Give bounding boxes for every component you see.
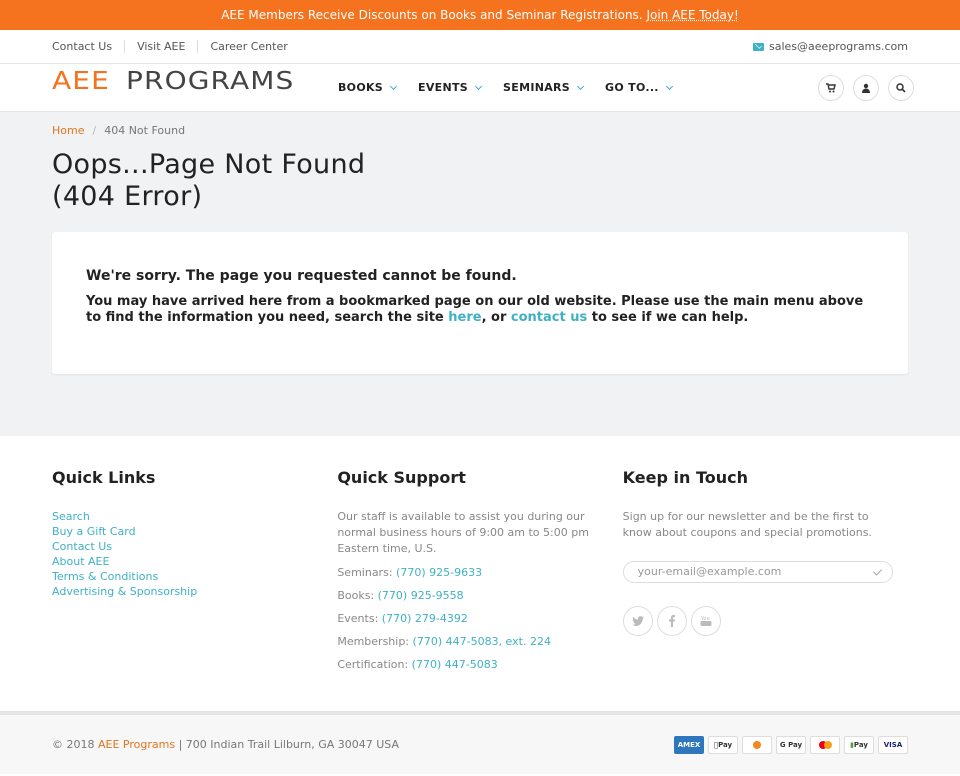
support-label: Seminars: <box>337 566 397 579</box>
chevron-down-icon <box>390 82 398 90</box>
submit-check-icon[interactable] <box>872 566 882 576</box>
support-intro: Our staff is available to assist you dur… <box>337 510 589 555</box>
footer-link-about[interactable]: About AEE <box>52 554 337 569</box>
user-icon <box>862 83 870 93</box>
promo-bar: AEE Members Receive Discounts on Books a… <box>0 0 960 30</box>
brand-link[interactable]: AEE Programs <box>98 738 175 751</box>
support-label: Certification: <box>337 658 412 671</box>
nav-seminars[interactable]: SEMINARS <box>503 81 585 94</box>
email-link[interactable]: sales@aeeprograms.com <box>753 40 908 53</box>
logo-programs: PROGRAMS <box>125 66 295 95</box>
support-label: Events: <box>337 612 382 625</box>
phone-link[interactable]: (770) 925-9633 <box>396 566 482 579</box>
envelope-icon <box>753 42 765 51</box>
payment-icons: AMEX Pay G Pay ▮Pay VISA <box>670 735 908 754</box>
chevron-down-icon <box>665 82 673 90</box>
footer: Quick Links Search Buy a Gift Card Conta… <box>0 436 960 712</box>
discover-icon <box>742 735 772 754</box>
join-aee-link[interactable]: Join AEE Today! <box>646 8 738 22</box>
cart-icon <box>826 82 836 92</box>
search-button[interactable] <box>888 74 914 101</box>
nav-go-to[interactable]: GO TO... <box>605 81 673 94</box>
main-content: Home / 404 Not Found Oops...Page Not Fou… <box>0 112 960 436</box>
breadcrumb-current: 404 Not Found <box>104 124 186 137</box>
phone-link[interactable]: (770) 447-5083 <box>412 658 498 671</box>
phone-link[interactable]: (770) 925-9558 <box>378 589 464 602</box>
apple-pay-label: Pay <box>715 740 732 749</box>
shopify-pay-label: Pay <box>853 740 868 749</box>
contact-us-link[interactable]: contact us <box>511 310 587 325</box>
address-text: | 700 Indian Trail Lilburn, GA 30047 USA <box>175 738 399 751</box>
footer-link-contact[interactable]: Contact Us <box>52 539 337 554</box>
promo-text: AEE Members Receive Discounts on Books a… <box>221 8 647 22</box>
quick-links: Quick Links Search Buy a Gift Card Conta… <box>52 468 337 711</box>
chevron-down-icon <box>474 82 483 90</box>
amex-icon: AMEX <box>674 735 704 754</box>
main-nav: BOOKS EVENTS SEMINARS GO TO... <box>338 81 694 94</box>
breadcrumb-separator: / <box>92 124 97 137</box>
mastercard-icon <box>810 735 840 754</box>
quick-links-heading: Quick Links <box>52 468 156 487</box>
breadcrumb-home[interactable]: Home <box>52 124 84 137</box>
email-text: sales@aeeprograms.com <box>769 40 908 53</box>
newsletter-email-input[interactable]: your-email@example.com <box>622 561 893 583</box>
support-label: Books: <box>337 589 378 602</box>
nav-events[interactable]: EVENTS <box>418 81 483 94</box>
sorry-text: We're sorry. The page you requested cann… <box>86 268 517 284</box>
support-membership: Membership: (770) 447-5083, ext. 224 <box>337 634 622 650</box>
error-message: You may have arrived here from a bookmar… <box>86 294 874 326</box>
nav-go-to-label: GO TO... <box>605 81 659 94</box>
keep-in-touch: Keep in Touch Sign up for our newsletter… <box>622 468 908 711</box>
quick-support: Quick Support Our staff is available to … <box>337 468 622 711</box>
visa-icon: VISA <box>878 735 908 754</box>
search-icon <box>896 82 906 93</box>
page-title: Oops...Page Not Found (404 Error) <box>52 149 366 212</box>
logo[interactable]: AEE PROGRAMS <box>52 66 318 95</box>
footer-link-terms[interactable]: Terms & Conditions <box>52 569 337 584</box>
email-placeholder: your-email@example.com <box>637 565 782 578</box>
error-card: We're sorry. The page you requested cann… <box>52 232 908 374</box>
bottom-bar: © 2018 AEE Programs | 700 Indian Trail L… <box>0 712 960 774</box>
support-seminars: Seminars: (770) 925-9633 <box>337 565 622 581</box>
top-link-career-center[interactable]: Career Center <box>197 40 299 53</box>
top-link-visit-aee[interactable]: Visit AEE <box>124 40 197 53</box>
twitter-icon[interactable] <box>622 606 653 636</box>
footer-link-gift-card[interactable]: Buy a Gift Card <box>52 524 337 539</box>
msg-part: , or <box>481 310 511 325</box>
quick-support-heading: Quick Support <box>337 468 466 487</box>
support-certification: Certification: (770) 447-5083 <box>337 657 622 673</box>
breadcrumb: Home / 404 Not Found <box>52 124 908 137</box>
header: AEE PROGRAMS BOOKS EVENTS SEMINARS GO TO… <box>0 64 960 112</box>
support-events: Events: (770) 279-4392 <box>337 611 622 627</box>
nav-events-label: EVENTS <box>418 81 469 94</box>
top-link-contact-us[interactable]: Contact Us <box>52 40 124 53</box>
footer-link-advertising[interactable]: Advertising & Sponsorship <box>52 584 337 599</box>
support-label: Membership: <box>337 635 413 648</box>
youtube-icon[interactable]: You <box>690 606 721 636</box>
nav-books[interactable]: BOOKS <box>338 81 398 94</box>
newsletter-text: Sign up for our newsletter and be the fi… <box>622 510 872 539</box>
account-button[interactable] <box>853 74 879 101</box>
search-here-link[interactable]: here <box>448 310 481 325</box>
phone-link[interactable]: (770) 447-5083, ext. 224 <box>413 635 551 648</box>
chevron-down-icon <box>576 82 585 90</box>
shopify-pay-icon: ▮ Pay <box>844 735 874 754</box>
copyright-prefix: © 2018 <box>52 738 98 751</box>
social-links: You <box>622 606 908 636</box>
msg-part: to see if we can help. <box>587 310 749 325</box>
facebook-icon[interactable] <box>656 606 687 636</box>
apple-pay-icon: Pay <box>708 735 738 754</box>
footer-link-search[interactable]: Search <box>52 509 337 524</box>
google-pay-icon: G Pay <box>776 735 806 754</box>
phone-link[interactable]: (770) 279-4392 <box>382 612 468 625</box>
nav-books-label: BOOKS <box>338 81 384 94</box>
keep-in-touch-heading: Keep in Touch <box>622 468 748 487</box>
support-books: Books: (770) 925-9558 <box>337 588 622 604</box>
nav-seminars-label: SEMINARS <box>503 81 571 94</box>
top-links-bar: Contact Us Visit AEE Career Center sales… <box>0 30 960 64</box>
copyright: © 2018 AEE Programs | 700 Indian Trail L… <box>52 738 399 751</box>
logo-aee: AEE <box>52 66 110 95</box>
cart-button[interactable] <box>818 74 844 101</box>
